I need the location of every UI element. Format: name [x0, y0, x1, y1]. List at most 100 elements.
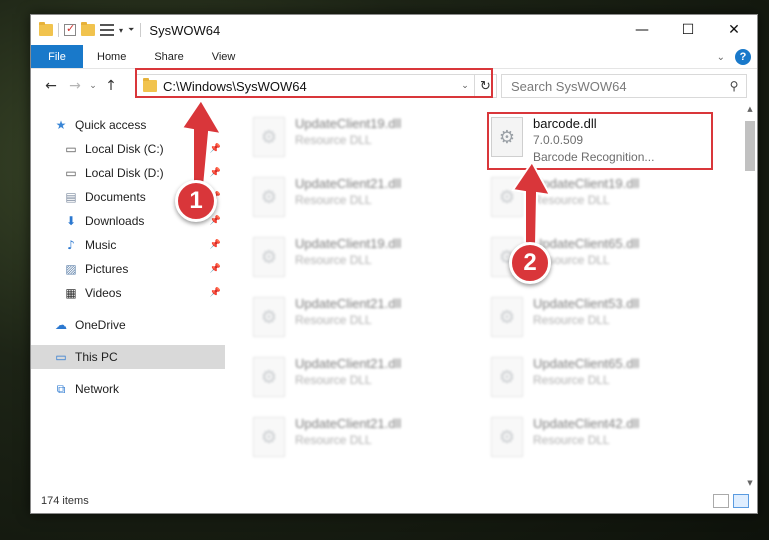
- toolbar-divider: [140, 23, 142, 37]
- sidebar-item-local-disk-c[interactable]: ▭ Local Disk (C:) 📌: [31, 137, 225, 161]
- downloads-icon: ⬇: [65, 214, 77, 228]
- sidebar-item-label: Local Disk (D:): [85, 166, 164, 180]
- toolbar-divider: [58, 23, 59, 37]
- up-arrow-icon[interactable]: ↑: [99, 78, 123, 94]
- sidebar-item-music[interactable]: ♪ Music 📌: [31, 233, 225, 257]
- tab-home[interactable]: Home: [83, 45, 140, 68]
- new-folder-icon[interactable]: [81, 22, 95, 36]
- pin-icon[interactable]: 📌: [210, 240, 221, 250]
- scroll-down-icon[interactable]: ▼: [743, 479, 757, 487]
- videos-icon: ▦: [65, 286, 77, 300]
- large-icons-view-icon[interactable]: [733, 494, 749, 508]
- dll-file-icon: ⚙: [253, 237, 285, 277]
- sidebar-item-label: Videos: [85, 286, 122, 300]
- list-item[interactable]: ⚙ UpdateClient42.dll Resource DLL: [483, 411, 709, 469]
- file-type: Resource DLL: [533, 433, 610, 447]
- dll-file-icon: ⚙: [491, 417, 523, 457]
- file-name: UpdateClient65.dll: [533, 236, 640, 251]
- network-icon: ⧉: [56, 381, 66, 396]
- dll-file-icon: ⚙: [253, 357, 285, 397]
- minimize-button[interactable]: —: [619, 15, 665, 45]
- pin-icon[interactable]: 📌: [210, 168, 221, 178]
- file-name: UpdateClient21.dll: [295, 356, 402, 371]
- file-type: Resource DLL: [533, 193, 610, 207]
- quick-access-toolbar: ▾ ⏷: [39, 22, 134, 37]
- file-type: Resource DLL: [295, 193, 372, 207]
- list-item[interactable]: ⚙ UpdateClient21.dll Resource DLL: [245, 291, 471, 349]
- pin-icon[interactable]: 📌: [210, 144, 221, 154]
- main-area: ★ Quick access ▭ Local Disk (C:) 📌 ▭ Loc…: [31, 103, 757, 489]
- file-name: UpdateClient21.dll: [295, 176, 402, 191]
- sidebar-item-label: OneDrive: [75, 318, 126, 332]
- sidebar-item-label: Downloads: [85, 214, 145, 228]
- properties-check-icon[interactable]: [64, 22, 76, 36]
- music-icon: ♪: [67, 238, 75, 252]
- file-name: UpdateClient65.dll: [533, 356, 640, 371]
- dll-file-icon: ⚙: [253, 117, 285, 157]
- folder-icon: [39, 22, 53, 36]
- list-item[interactable]: ⚙ UpdateClient21.dll Resource DLL: [245, 351, 471, 409]
- sidebar-item-label: This PC: [75, 350, 118, 364]
- details-view-icon[interactable]: [713, 494, 729, 508]
- file-highlight-box: [487, 112, 713, 170]
- address-highlight-box: [135, 68, 493, 98]
- search-input[interactable]: Search SysWOW64: [511, 79, 722, 94]
- list-item[interactable]: ⚙ UpdateClient19.dll Resource DLL: [245, 231, 471, 289]
- list-item[interactable]: ⚙ UpdateClient19.dll Resource DLL: [245, 111, 471, 169]
- list-item[interactable]: ⚙ UpdateClient19.dll Resource DLL: [483, 171, 709, 229]
- sidebar-item-this-pc[interactable]: ▭ This PC: [31, 345, 225, 369]
- chevron-down-icon[interactable]: ▾: [119, 26, 123, 35]
- recent-locations-icon[interactable]: ⌄: [87, 81, 99, 91]
- navigation-pane: ★ Quick access ▭ Local Disk (C:) 📌 ▭ Loc…: [31, 103, 225, 489]
- sidebar-item-label: Music: [85, 238, 117, 252]
- file-type: Resource DLL: [295, 373, 372, 387]
- list-item[interactable]: ⚙ UpdateClient21.dll Resource DLL: [245, 171, 471, 229]
- forward-arrow-icon[interactable]: →: [63, 78, 87, 94]
- tab-share[interactable]: Share: [140, 45, 197, 68]
- dll-file-icon: ⚙: [491, 177, 523, 217]
- pin-icon[interactable]: 📌: [210, 288, 221, 298]
- sidebar-item-label: Network: [75, 382, 120, 396]
- sidebar-item-videos[interactable]: ▦ Videos 📌: [31, 281, 225, 305]
- search-box[interactable]: Search SysWOW64 ⚲: [501, 74, 747, 98]
- list-item[interactable]: ⚙ UpdateClient65.dll Resource DLL: [483, 351, 709, 409]
- tab-file[interactable]: File: [31, 45, 83, 68]
- close-button[interactable]: ✕: [711, 15, 757, 45]
- customize-toolbar-icon[interactable]: ⏷: [128, 25, 134, 35]
- vertical-scrollbar[interactable]: ▲ ▼: [743, 103, 757, 489]
- scroll-up-icon[interactable]: ▲: [743, 105, 757, 113]
- properties-icon[interactable]: [100, 24, 114, 36]
- sidebar-item-onedrive[interactable]: ☁ OneDrive: [31, 313, 225, 337]
- file-list: ⚙ UpdateClient19.dll Resource DLL ⚙ Updat…: [225, 103, 743, 489]
- sidebar-item-quick-access[interactable]: ★ Quick access: [31, 113, 225, 137]
- sidebar-item-network[interactable]: ⧉ Network: [31, 377, 225, 401]
- list-item[interactable]: ⚙ UpdateClient53.dll Resource DLL: [483, 291, 709, 349]
- drive-icon: ▭: [65, 142, 77, 156]
- back-arrow-icon[interactable]: ←: [39, 78, 63, 94]
- list-item[interactable]: ⚙ UpdateClient21.dll Resource DLL: [245, 411, 471, 469]
- file-name: UpdateClient19.dll: [295, 236, 402, 251]
- title-bar: ▾ ⏷ SysWOW64 — ☐ ✕: [31, 15, 757, 45]
- maximize-button[interactable]: ☐: [665, 15, 711, 45]
- tab-view[interactable]: View: [198, 45, 250, 68]
- status-bar: 174 items: [31, 489, 757, 513]
- sidebar-item-label: Local Disk (C:): [85, 142, 164, 156]
- file-name: UpdateClient53.dll: [533, 296, 640, 311]
- sidebar-item-label: Documents: [85, 190, 146, 204]
- file-type: Resource DLL: [533, 313, 610, 327]
- dll-file-icon: ⚙: [491, 297, 523, 337]
- sidebar-item-label: Pictures: [85, 262, 129, 276]
- expand-ribbon-icon[interactable]: ⌄: [717, 52, 725, 63]
- dll-file-icon: ⚙: [253, 417, 285, 457]
- pin-icon[interactable]: 📌: [210, 216, 221, 226]
- pin-icon[interactable]: 📌: [210, 264, 221, 274]
- help-icon[interactable]: ?: [735, 49, 751, 65]
- file-type: Resource DLL: [295, 253, 372, 267]
- dll-file-icon: ⚙: [491, 357, 523, 397]
- file-name: UpdateClient21.dll: [295, 416, 402, 431]
- sidebar-item-label: Quick access: [75, 118, 147, 132]
- file-type: Resource DLL: [533, 373, 610, 387]
- search-icon[interactable]: ⚲: [722, 79, 746, 93]
- sidebar-item-pictures[interactable]: ▨ Pictures 📌: [31, 257, 225, 281]
- scrollbar-thumb[interactable]: [745, 121, 755, 171]
